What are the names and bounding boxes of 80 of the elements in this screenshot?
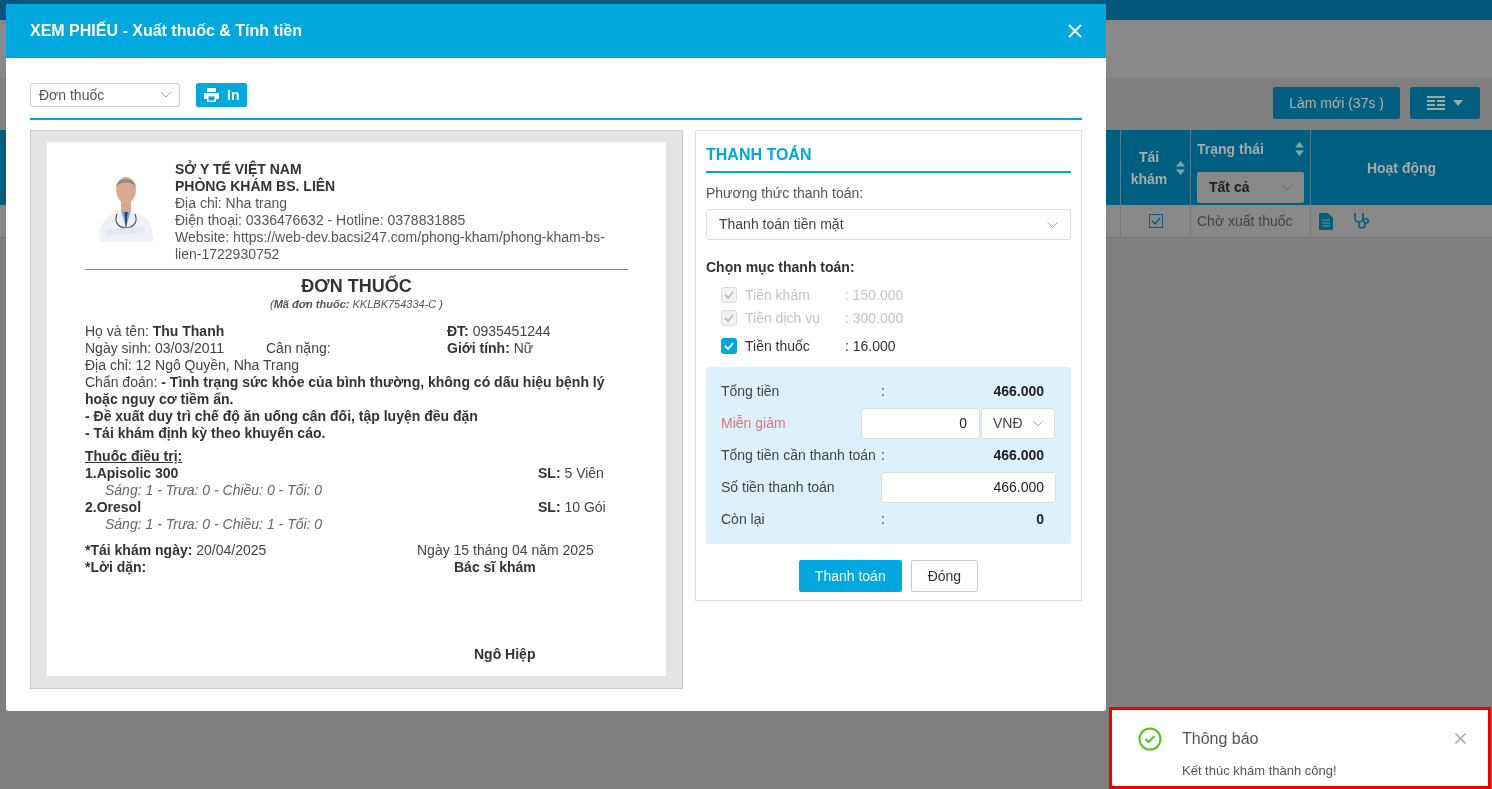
patient-weight: Cân nặng: bbox=[266, 340, 332, 357]
patient-dob: Ngày sinh: 03/03/2011 bbox=[85, 340, 226, 357]
stethoscope-icon[interactable] bbox=[1353, 212, 1371, 230]
patient-gender: Giới tính: Nữ bbox=[447, 340, 534, 357]
item-amount: : 150.000 bbox=[845, 285, 904, 305]
doctor-title: Bác sĩ khám bbox=[454, 559, 536, 576]
doctor-name: Ngô Hiệp bbox=[474, 646, 537, 663]
medicine-dosage: Sáng: 1 - Trưa: 0 - Chiều: 1 - Tối: 0 bbox=[104, 516, 324, 533]
list-icon bbox=[1427, 96, 1445, 110]
separator-colon: : bbox=[881, 382, 885, 401]
summary-label: Tổng tiền bbox=[721, 382, 781, 401]
prescription-title: ĐƠN THUỐC bbox=[300, 275, 413, 297]
patient-address: Địa chỉ: 12 Ngô Quyền, Nha Trang bbox=[85, 357, 300, 374]
summary-value: 0 bbox=[1035, 510, 1045, 529]
separator-colon: : bbox=[881, 510, 885, 529]
field-label: Chọn mục thanh toán: bbox=[706, 258, 856, 277]
issue-date: Ngày 15 tháng 04 năm 2025 bbox=[417, 542, 594, 559]
clinic-header: PHÒNG KHÁM BS. LIÊN bbox=[175, 178, 337, 195]
sort-icon[interactable] bbox=[1176, 160, 1185, 175]
clinic-info: Website: https://web-dev.bacsi247.com/phong-kham/phong-kham-bs-lien-1722930752 bbox=[175, 229, 606, 263]
separator-colon: : bbox=[881, 446, 885, 465]
printer-icon bbox=[204, 88, 219, 102]
close-button[interactable]: Đóng bbox=[910, 560, 979, 592]
field-label: Phương thức thanh toán: bbox=[706, 184, 865, 203]
patient-name: Họ và tên: Thu Thanh bbox=[85, 323, 226, 340]
summary-label: Số tiền thanh toán bbox=[721, 478, 836, 497]
checkmark-icon bbox=[724, 314, 734, 322]
filter-value: Tất cả bbox=[1209, 178, 1250, 197]
summary-label: Miễn giảm bbox=[721, 414, 787, 433]
section-title: THANH TOÁN bbox=[706, 143, 1071, 173]
checkmark-icon bbox=[724, 291, 734, 299]
diagnosis-text: Chẩn đoán: - Tình trạng sức khỏe của bình thường, không có dấu hiệu bệnh lý hoặc nguy cơ tiềm ẩn. - Đề xuất duy trì chế độ ăn uống cân đối, tập luyện đều đặn - Tái khám định kỳ theo khuyến cáo. bbox=[85, 374, 606, 442]
document-icon[interactable] bbox=[1319, 212, 1333, 230]
item-label: Tiền khám bbox=[745, 285, 811, 305]
advice-label: *Lời dặn: bbox=[85, 559, 148, 576]
medicine-dosage: Sáng: 1 - Trưa: 0 - Chiều: 0 - Tối: 0 bbox=[104, 482, 324, 499]
summary-label: Tổng tiền cần thanh toán bbox=[721, 446, 877, 465]
clinic-info: Điện thoại: 0336476632 - Hotline: 0378831885 bbox=[175, 212, 467, 229]
sort-icon[interactable] bbox=[1295, 142, 1304, 156]
close-icon[interactable] bbox=[1455, 733, 1466, 744]
clinic-header: SỞ Y TẾ VIỆT NAM bbox=[175, 161, 303, 177]
item-label: Tiền thuốc bbox=[745, 336, 811, 356]
prescription-code: (Mã đơn thuốc: KKLBK754334-C ) bbox=[268, 297, 445, 311]
summary-label: Còn lại bbox=[721, 510, 766, 529]
medicines-heading: Thuốc điều trị: bbox=[85, 448, 183, 465]
summary-value: 466.000 bbox=[992, 446, 1045, 465]
checkmark-icon bbox=[724, 342, 734, 350]
status-filter[interactable]: Tất cả bbox=[1197, 172, 1304, 203]
chevron-icon bbox=[161, 92, 171, 98]
chevron-icon bbox=[1282, 184, 1292, 191]
modal-title: XEM PHIẾU - Xuất thuốc & Tính tiền bbox=[30, 20, 302, 41]
toast-message: Kết thúc khám thành công! bbox=[1182, 762, 1338, 780]
item-amount: : 300.000 bbox=[845, 308, 904, 328]
column-header: Tái khám bbox=[1129, 147, 1169, 189]
item-label: Tiền dịch vụ bbox=[745, 308, 821, 328]
document-select[interactable]: Đơn thuốc bbox=[30, 83, 180, 107]
discount-field[interactable]: 0 bbox=[861, 408, 980, 439]
medicine-quantity: SL: 10 Gói bbox=[538, 499, 606, 516]
medicine-quantity: SL: 5 Viên bbox=[538, 465, 604, 482]
toast-title: Thông báo bbox=[1182, 729, 1260, 749]
status-text: Chờ xuất thuốc bbox=[1197, 211, 1293, 231]
caret-icon bbox=[1453, 100, 1463, 106]
column-header: Hoạt động bbox=[1366, 158, 1437, 178]
chevron-icon bbox=[1033, 420, 1043, 427]
checkbox[interactable] bbox=[721, 338, 737, 354]
medicine-name: 1.Apisolic 300 bbox=[85, 465, 180, 482]
payment-amount-field[interactable]: 466.000 bbox=[881, 472, 1056, 503]
follow-up-date: *Tái khám ngày: 20/04/2025 bbox=[85, 542, 268, 559]
chevron-icon bbox=[1047, 221, 1058, 228]
view-menu-button[interactable] bbox=[1410, 87, 1480, 119]
medicine-name: 2.Oresol bbox=[85, 499, 143, 516]
payment-method-select[interactable]: Thanh toán tiền mặt bbox=[706, 209, 1071, 240]
success-icon bbox=[1138, 727, 1162, 751]
clinic-info: Địa chỉ: Nha trang bbox=[175, 195, 289, 212]
item-amount: : 16.000 bbox=[845, 336, 896, 356]
follow-up-checkbox[interactable] bbox=[1148, 214, 1163, 228]
currency-select[interactable]: VNĐ bbox=[981, 408, 1055, 439]
patient-phone: ĐT: 0935451244 bbox=[447, 323, 551, 340]
column-header: Trạng thái bbox=[1197, 140, 1264, 159]
summary-value: 466.000 bbox=[992, 382, 1045, 401]
